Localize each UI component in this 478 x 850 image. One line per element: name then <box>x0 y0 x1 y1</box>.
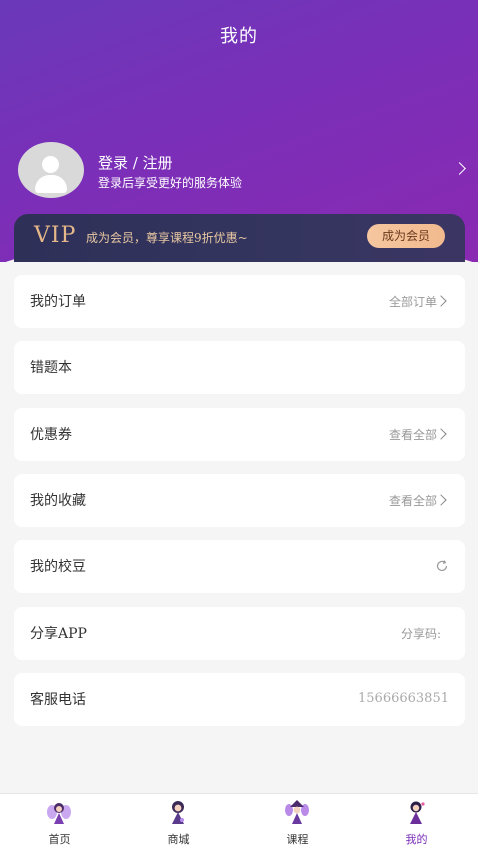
become-member-button[interactable]: 成为会员 <box>367 224 445 248</box>
fairy-icon <box>410 801 425 824</box>
tab-home[interactable]: 首页 <box>0 794 119 850</box>
login-subtitle: 登录后享受更好的服务体验 <box>98 176 243 190</box>
menu-item-label: 客服电话 <box>30 692 86 708</box>
menu-item-share-app[interactable]: 分享APP 分享码: <box>14 607 465 660</box>
share-code-label: 分享码: <box>400 627 441 641</box>
bottom-tab-bar: 首页 商城 课程 我的 <box>0 793 478 850</box>
tab-home-label: 首页 <box>48 833 71 846</box>
tab-courses-label: 课程 <box>286 833 309 846</box>
avatar-head-shape <box>42 156 59 173</box>
tab-courses[interactable]: 课程 <box>238 794 357 850</box>
menu-item-wrong-questions[interactable]: 错题本 <box>14 341 465 394</box>
tab-mall-label: 商城 <box>167 833 190 846</box>
menu-item-customer-service[interactable]: 客服电话 15666663851 <box>14 673 465 726</box>
service-phone-number[interactable]: 15666663851 <box>358 691 449 706</box>
avatar-body-shape <box>35 175 67 193</box>
fairy-icon <box>172 801 184 824</box>
tab-mine[interactable]: 我的 <box>357 794 476 850</box>
tab-mine-label: 我的 <box>405 833 428 846</box>
vip-logo: VIP <box>34 223 77 248</box>
chevron-right-icon[interactable] <box>435 494 447 506</box>
view-all-coupons-link[interactable]: 查看全部 <box>389 426 437 443</box>
chevron-right-icon[interactable] <box>435 295 447 307</box>
vip-banner[interactable]: VIP 成为会员，尊享课程9折优惠~ 成为会员 <box>14 214 465 262</box>
menu-item-orders[interactable]: 我的订单 全部订单 <box>14 275 465 328</box>
tab-mall[interactable]: 商城 <box>119 794 238 850</box>
all-orders-link[interactable]: 全部订单 <box>389 293 437 310</box>
fairy-icon <box>285 800 309 824</box>
vip-promo-text: 成为会员，尊享课程9折优惠~ <box>86 231 248 245</box>
menu-item-label: 我的订单 <box>30 294 86 310</box>
menu-item-school-beans[interactable]: 我的校豆 <box>14 540 465 593</box>
menu-item-label: 分享APP <box>30 626 87 642</box>
avatar <box>18 142 84 198</box>
page-title: 我的 <box>220 26 258 47</box>
menu-item-label: 错题本 <box>30 360 72 376</box>
chevron-right-icon[interactable] <box>453 162 466 175</box>
login-entry[interactable]: 登录 / 注册 登录后享受更好的服务体验 <box>18 142 468 200</box>
fairy-icon <box>47 803 71 824</box>
refresh-icon[interactable] <box>435 559 449 573</box>
view-all-favorites-link[interactable]: 查看全部 <box>389 492 437 509</box>
menu-item-label: 我的校豆 <box>30 559 86 575</box>
menu-item-label: 优惠券 <box>30 427 72 443</box>
chevron-right-icon[interactable] <box>435 428 447 440</box>
menu-item-label: 我的收藏 <box>30 493 86 509</box>
login-register-title[interactable]: 登录 / 注册 <box>98 152 173 173</box>
menu-item-favorites[interactable]: 我的收藏 查看全部 <box>14 474 465 527</box>
menu-item-coupons[interactable]: 优惠券 查看全部 <box>14 408 465 461</box>
